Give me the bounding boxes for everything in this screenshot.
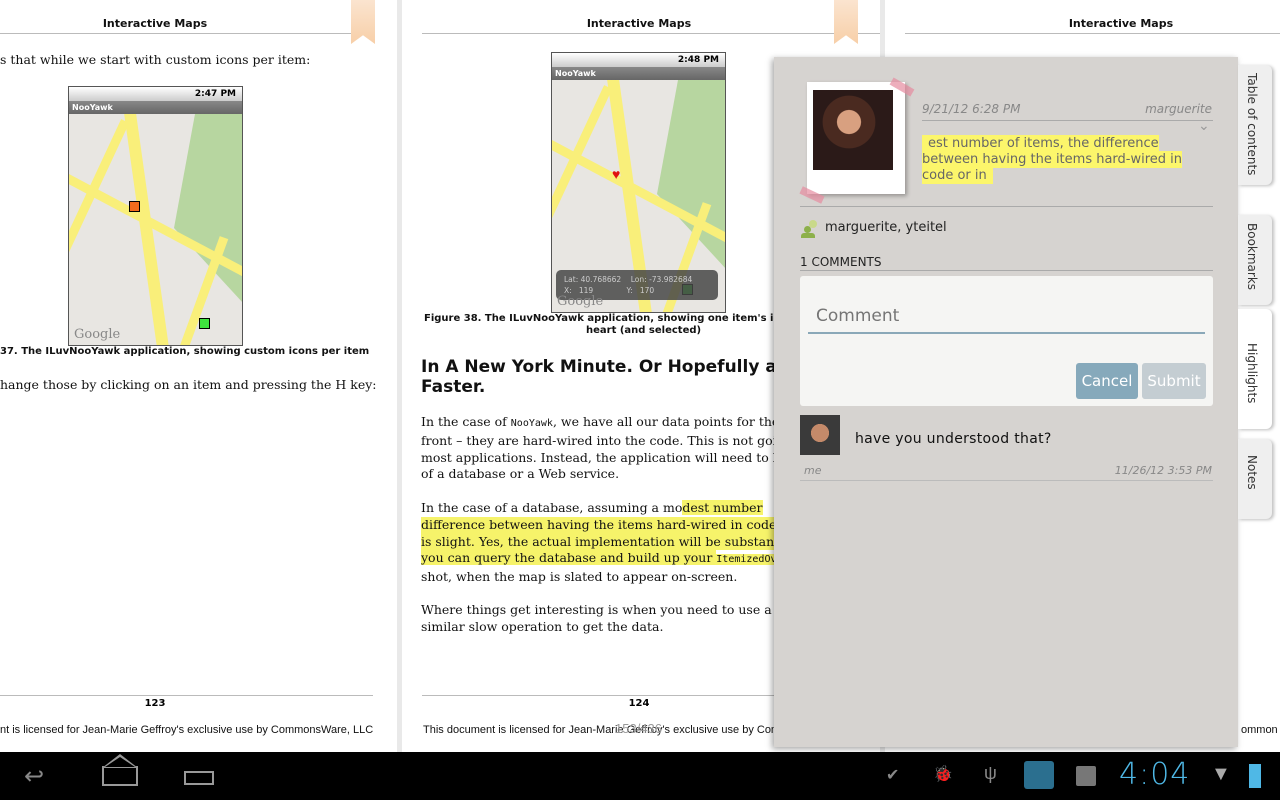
phone-status-time: 2:48 PM	[552, 53, 725, 67]
tab-table-of-contents[interactable]: Table of contents	[1238, 65, 1272, 185]
comment-text: have you understood that?	[855, 431, 1052, 447]
comment-form: Cancel Submit	[800, 276, 1213, 406]
android-debug-icon[interactable]: 🐞	[933, 764, 953, 784]
tab-highlights[interactable]: Highlights	[1238, 309, 1272, 429]
paragraph: hange those by clicking on an item and p…	[0, 377, 377, 392]
page-header: Interactive Maps	[586, 17, 692, 30]
notification-icon[interactable]: ✔	[886, 765, 899, 785]
tab-bookmarks[interactable]: Bookmarks	[1238, 215, 1272, 305]
green-marker-icon[interactable]	[199, 318, 210, 329]
divider	[800, 270, 1213, 271]
usb-icon[interactable]: ψ	[984, 763, 997, 784]
figure-caption: 37. The ILuvNooYawk application, showing…	[0, 346, 370, 357]
page-number: 123	[144, 698, 166, 709]
section-heading: In A New York Minute. Or Hopefully a Fast…	[421, 357, 777, 397]
side-tabs: Table of contents Bookmarks Highlights N…	[1238, 57, 1280, 747]
page-header: Interactive Maps	[102, 17, 208, 30]
phone-status-time: 2:47 PM	[69, 87, 242, 101]
paragraph: In the case of NooYawk, we have all our …	[421, 414, 810, 482]
divider	[800, 480, 1213, 481]
phone-app-title: NooYawk	[552, 67, 725, 80]
highlighted-paragraph[interactable]: In the case of a database, assuming a mo…	[421, 500, 808, 586]
divider	[800, 206, 1213, 207]
play-store-icon[interactable]	[1076, 766, 1096, 786]
heart-marker-icon[interactable]: ♥	[612, 166, 620, 182]
license-footer: nt is licensed for Jean-Marie Geffroy's …	[0, 724, 374, 736]
recent-apps-icon[interactable]	[184, 771, 214, 785]
highlight-author: marguerite	[1145, 102, 1212, 116]
comment-input[interactable]	[808, 300, 1205, 334]
comment-author: me	[804, 464, 822, 477]
google-logo: Google	[74, 327, 121, 342]
orange-marker-icon[interactable]	[129, 201, 140, 212]
map: Google	[69, 114, 242, 345]
clock[interactable]: 4:04	[1119, 757, 1190, 792]
submit-button[interactable]: Submit	[1142, 363, 1206, 399]
figure-screenshot: 2:48 PM NooYawk ♥ Lat: 40.768662 Lon: -7…	[551, 52, 726, 313]
highlight-detail-panel: 9/21/12 6:28 PM marguerite ⌄ est number …	[774, 57, 1238, 747]
back-icon[interactable]: ↩	[24, 762, 44, 791]
divider	[0, 33, 373, 34]
app-notification-icon[interactable]	[1024, 761, 1054, 789]
google-logo: Google	[557, 294, 604, 309]
figure-screenshot: 2:47 PM NooYawk Google	[68, 86, 243, 346]
home-icon[interactable]	[102, 754, 138, 786]
license-footer: This document is licensed for Jean-Marie…	[423, 724, 781, 736]
comments-header: 1 COMMENTS	[800, 255, 882, 269]
map: ♥ Lat: 40.768662 Lon: -73.982684 X: 119 …	[552, 80, 725, 312]
bookmark-ribbon-icon[interactable]	[834, 0, 858, 44]
book-page-123[interactable]: Interactive Maps s that while we start w…	[0, 0, 397, 752]
paragraph: s that while we start with custom icons …	[0, 52, 311, 67]
highlight-timestamp: 9/21/12 6:28 PM	[922, 102, 1021, 116]
divider	[0, 695, 373, 696]
system-navigation-bar: ↩ ✔ 🐞 ψ 4:04 ▼	[0, 752, 1280, 800]
shared-with[interactable]: marguerite, yteitel	[825, 220, 947, 235]
page-header: Interactive Maps	[1068, 17, 1174, 30]
highlight-text: est number of items, the difference betw…	[922, 135, 1183, 184]
chevron-down-icon[interactable]: ⌄	[1198, 117, 1210, 134]
author-avatar	[807, 82, 905, 194]
commenter-avatar	[800, 415, 840, 455]
divider	[922, 120, 1213, 121]
phone-app-title: NooYawk	[69, 101, 242, 114]
comment-timestamp: 11/26/12 3:53 PM	[1114, 464, 1212, 477]
shared-users-icon	[801, 220, 819, 238]
page-indicator: 153/436	[615, 721, 662, 736]
battery-icon[interactable]	[1249, 764, 1261, 788]
cancel-button[interactable]: Cancel	[1076, 363, 1138, 399]
paragraph: Where things get interesting is when you…	[421, 602, 789, 634]
divider	[905, 33, 1280, 34]
bookmark-ribbon-icon[interactable]	[351, 0, 375, 44]
divider	[422, 33, 880, 34]
wifi-icon[interactable]: ▼	[1211, 763, 1231, 786]
tab-notes[interactable]: Notes	[1238, 439, 1272, 519]
